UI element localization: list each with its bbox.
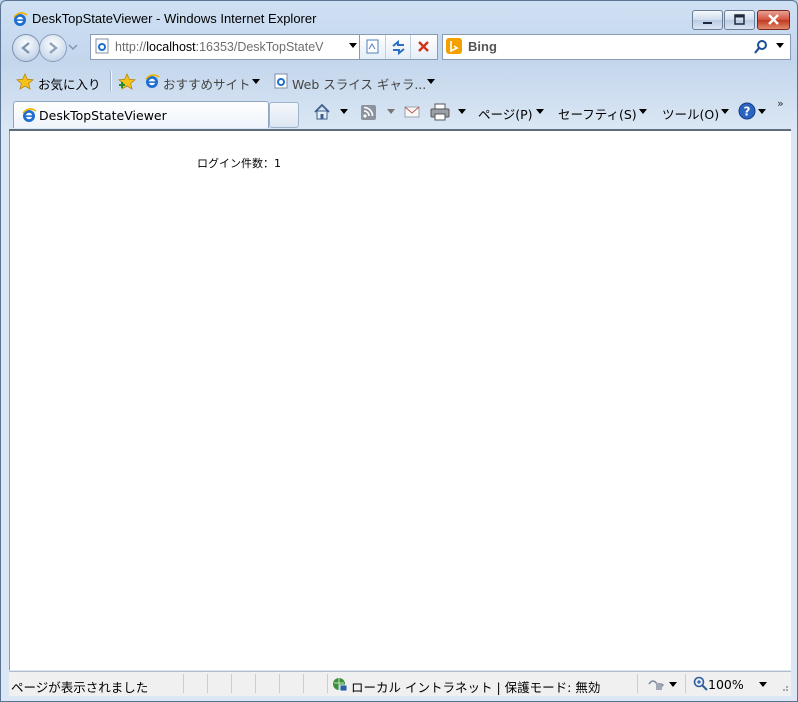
add-to-favorites-bar-icon[interactable] [118,73,136,91]
mail-icon[interactable] [404,103,422,123]
arrow-right-icon [49,42,58,54]
close-button[interactable] [757,10,790,30]
page-menu-dropdown-icon [536,109,544,114]
status-divider [255,674,256,693]
tab-desktopstateviewer[interactable]: DeskTopStateViewer [13,101,269,128]
url-rest: :16353/DeskTopStateV [195,40,324,54]
close-icon [768,14,779,25]
search-options-dropdown-icon[interactable] [776,43,784,48]
favorites-item-web-slice-gallery[interactable]: Web スライス ギャラ... [273,71,439,92]
favorites-item-label: おすすめサイト [163,77,251,92]
forward-button[interactable] [39,34,67,62]
popup-dropdown-icon[interactable] [669,682,677,687]
print-icon[interactable] [430,103,450,123]
favorites-star-icon [16,73,34,90]
resize-grip-icon[interactable] [779,680,789,692]
status-divider [231,674,232,693]
search-icon[interactable] [753,39,769,55]
status-divider [327,674,328,693]
tools-menu-dropdown-icon [721,109,729,114]
safety-menu[interactable]: セーフティ(S) [558,104,637,123]
browser-window: DeskTopStateViewer - Windows Internet Ex… [0,0,798,702]
address-dropdown-icon[interactable] [349,43,357,48]
zoom-level[interactable]: 100% [708,677,744,692]
home-icon[interactable] [313,103,331,123]
print-dropdown-icon[interactable] [458,109,466,114]
page-menu[interactable]: ページ(P) [478,104,533,123]
dropdown-icon [427,79,435,84]
address-buttons [359,34,438,60]
address-url[interactable]: http://localhost:16353/DeskTopStateV [115,40,324,54]
status-divider [207,674,208,693]
maximize-button[interactable] [724,10,755,30]
help-dropdown-icon[interactable] [758,109,766,114]
url-scheme: http:// [115,40,147,54]
help-icon[interactable]: ? [738,102,756,122]
recent-pages-dropdown-icon[interactable] [68,42,78,52]
dropdown-icon [252,79,260,84]
minimize-button[interactable] [692,10,723,30]
compatibility-icon [366,39,379,54]
favorites-bar: お気に入り おすすめサイト Web スライス ギャラ... [1,65,797,95]
status-divider [279,674,280,693]
status-divider [637,674,638,693]
page-content: ログイン件数：1 [9,131,791,670]
favorites-separator [110,71,112,91]
address-bar[interactable]: http://localhost:16353/DeskTopStateV [90,34,361,60]
status-divider [183,674,184,693]
minimize-icon [703,22,712,24]
ie-logo-icon [145,74,160,88]
arrow-left-icon [21,42,30,54]
bing-logo-icon [446,38,462,54]
popup-blocker-icon[interactable] [647,676,665,692]
refresh-button[interactable] [385,35,411,59]
new-tab-button[interactable] [269,102,299,128]
maximize-icon [734,14,745,25]
status-divider [685,674,686,693]
page-icon [95,38,109,54]
home-dropdown-icon[interactable] [340,109,348,114]
search-provider: Bing [468,39,497,54]
title-bar: DeskTopStateViewer - Windows Internet Ex… [1,1,797,33]
zoom-icon [693,676,708,691]
ie-logo-icon [13,12,28,26]
page-icon [274,73,288,89]
feed-dropdown-icon[interactable] [387,109,395,114]
overflow-chevron[interactable]: » [777,97,784,110]
compatibility-view-button[interactable] [360,35,385,59]
tab-title: DeskTopStateViewer [39,108,167,123]
back-button[interactable] [12,34,40,62]
status-text: ページが表示されました [11,680,149,695]
refresh-icon [392,39,405,56]
login-count-text: ログイン件数：1 [197,157,281,170]
favorites-item-suggested-sites[interactable]: おすすめサイト [144,71,262,92]
tools-menu[interactable]: ツール(O) [662,104,719,123]
security-zone-text: ローカル イントラネット | 保護モード: 無効 [351,680,601,695]
favorites-label: お気に入り [38,77,101,92]
safety-menu-dropdown-icon [639,109,647,114]
intranet-zone-icon [333,678,348,692]
favorites-item-label: Web スライス ギャラ... [292,77,427,92]
stop-button[interactable] [410,35,436,59]
status-divider [303,674,304,693]
tab-row: DeskTopStateViewer ページ(P) セーフティ(S) ツール(O… [1,97,797,129]
rss-feed-icon[interactable] [360,103,378,123]
window-title: DeskTopStateViewer - Windows Internet Ex… [32,11,317,26]
status-bar: ページが表示されました ローカル イントラネット | 保護モード: 無効 100… [9,671,791,696]
search-box[interactable]: Bing [442,34,791,60]
stop-icon [418,41,429,52]
svg-text:?: ? [744,105,751,119]
url-host: localhost [146,40,196,54]
ie-logo-icon [22,108,37,122]
zoom-dropdown-icon[interactable] [759,682,767,687]
